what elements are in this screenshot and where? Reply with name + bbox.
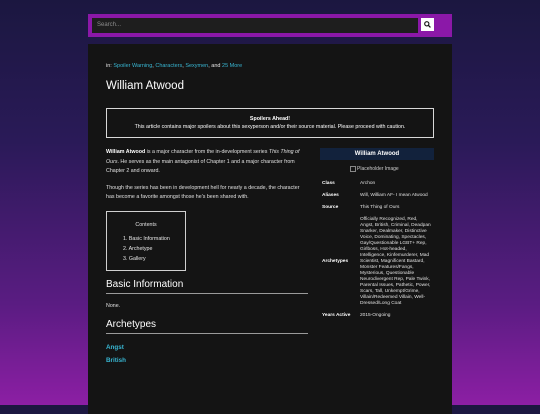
infobox-key: Years Active bbox=[322, 313, 351, 318]
toc-title: Contents bbox=[135, 221, 157, 228]
infobox-value: Will, William AF- I mean Atwood bbox=[360, 193, 428, 198]
categories-joiner: , and bbox=[208, 63, 221, 69]
intro-text-b: . He serves as the main antagonist of Ch… bbox=[106, 158, 295, 175]
category-link-spoiler-warning[interactable]: Spoiler Warning bbox=[113, 63, 152, 69]
infobox-title: William Atwood bbox=[320, 148, 434, 160]
infobox-row: Years Active 2015-Ongoing bbox=[320, 310, 434, 322]
page-title: William Atwood bbox=[106, 80, 184, 92]
category-link-characters[interactable]: Characters bbox=[155, 63, 182, 69]
archetypes-heading: Archetypes bbox=[106, 319, 308, 334]
infobox: William Atwood Placeholder Image Class Ar… bbox=[320, 148, 434, 364]
intro-name: William Atwood bbox=[106, 149, 146, 155]
main-column: William Atwood is a major character from… bbox=[106, 148, 308, 364]
infobox-key: Source bbox=[322, 205, 339, 210]
article-page: in: Spoiler Warning, Characters, Sexymen… bbox=[88, 44, 452, 414]
category-link-sexymen[interactable]: Sexymen bbox=[185, 63, 208, 69]
infobox-image: Placeholder Image bbox=[320, 160, 434, 178]
infobox-row: Source This Thing of Ours bbox=[320, 202, 434, 214]
infobox-table: Class Archon Aliases Will, William AF- I m… bbox=[320, 178, 434, 322]
top-search-bar: Search... bbox=[88, 14, 452, 37]
infobox-key: Archetypes bbox=[322, 259, 349, 264]
infobox-key: Class bbox=[322, 181, 335, 186]
infobox-value: Officially Recognized, Red, Angst, Briti… bbox=[360, 217, 431, 306]
content-row: William Atwood is a major character from… bbox=[106, 148, 434, 364]
spoiler-warning-box: Spoilers Ahead! This article contains ma… bbox=[106, 108, 434, 138]
intro-paragraph-2: Though the series has been in developmen… bbox=[106, 184, 300, 201]
infobox-image-alt: Placeholder Image bbox=[357, 166, 399, 172]
infobox-value: This Thing of Ours bbox=[360, 205, 400, 210]
table-of-contents: Contents 1. Basic Information 2. Archety… bbox=[106, 210, 186, 271]
infobox-row: Aliases Will, William AF- I mean Atwood bbox=[320, 190, 434, 202]
search-icon bbox=[424, 21, 431, 28]
toc-item-archetype[interactable]: 2. Archetype bbox=[123, 244, 185, 254]
basic-information-text: None. bbox=[106, 302, 121, 309]
toc-item-basic-information[interactable]: 1. Basic Information bbox=[123, 234, 185, 244]
broken-image-icon bbox=[350, 166, 356, 172]
infobox-row: Class Archon bbox=[320, 178, 434, 190]
search-button[interactable] bbox=[421, 18, 434, 31]
intro-paragraph: William Atwood is a major character from… bbox=[106, 148, 308, 177]
spoiler-text: This article contains major spoilers abo… bbox=[134, 124, 406, 130]
categories-prefix: in: bbox=[106, 63, 112, 69]
infobox-key: Aliases bbox=[322, 193, 339, 198]
basic-information-heading: Basic Information bbox=[106, 279, 308, 294]
infobox-value: 2015-Ongoing bbox=[360, 313, 391, 318]
category-line: in: Spoiler Warning, Characters, Sexymen… bbox=[106, 63, 243, 69]
archetype-link-angst[interactable]: Angst bbox=[106, 344, 308, 351]
spoiler-heading: Spoilers Ahead! bbox=[249, 116, 291, 122]
toc-item-gallery[interactable]: 3. Gallery bbox=[123, 254, 185, 264]
intro-text-a: is a major character from the in-develop… bbox=[146, 149, 268, 155]
infobox-value: Archon bbox=[360, 181, 376, 186]
archetype-link-british[interactable]: British bbox=[106, 357, 308, 364]
infobox-row: Archetypes Officially Recognized, Red, An… bbox=[320, 214, 434, 310]
search-input[interactable]: Search... bbox=[92, 18, 418, 33]
category-link-more[interactable]: 25 More bbox=[222, 63, 242, 69]
